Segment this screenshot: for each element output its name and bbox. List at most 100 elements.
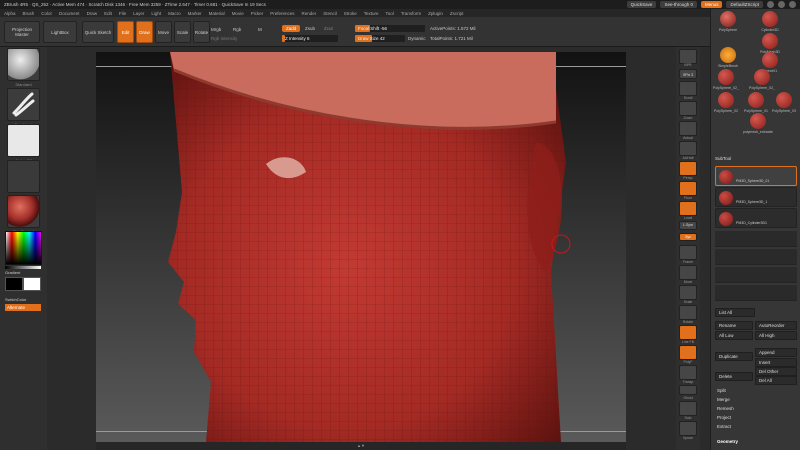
menu-color[interactable]: Color <box>41 11 52 16</box>
polyf-button[interactable] <box>679 345 697 360</box>
all-low-button[interactable]: All Low <box>715 331 753 340</box>
subtool-row[interactable]: PM3D_Sphere3D_1 <box>715 187 797 207</box>
menu-zscript[interactable]: Zscript <box>450 11 464 16</box>
quicksave-button[interactable]: QuickSave <box>626 1 657 8</box>
menu-brush[interactable]: Brush <box>23 11 35 16</box>
menu-picker[interactable]: Picker <box>251 11 264 16</box>
tool-item[interactable]: Cylinder3D <box>757 11 783 32</box>
menu-stroke[interactable]: Stroke <box>344 11 357 16</box>
minimize-icon[interactable] <box>767 1 774 8</box>
draw-button[interactable]: Draw <box>136 21 153 43</box>
scale-button[interactable]: Scale <box>174 21 191 43</box>
local-button[interactable] <box>679 201 697 216</box>
menu-draw[interactable]: Draw <box>87 11 98 16</box>
frame-button[interactable] <box>679 245 697 260</box>
solo-button[interactable] <box>679 401 697 416</box>
tool-item[interactable]: PolySphere_02_u <box>749 69 775 90</box>
insert-button[interactable]: Insert <box>755 358 797 367</box>
menu-stencil[interactable]: Stencil <box>323 11 337 16</box>
zsub-toggle[interactable]: Zsub <box>305 26 315 31</box>
z-intensity-slider[interactable]: Z Intensity 6 <box>282 35 338 42</box>
subtool-row[interactable]: PM3D_Cylinder3D1 <box>715 208 797 228</box>
delete-button[interactable]: Delete <box>715 372 753 381</box>
switch-color-button[interactable]: SwitchColor <box>5 297 38 302</box>
transp-button[interactable] <box>679 365 697 380</box>
draw-size-slider[interactable]: Draw Size 42 <box>355 35 405 42</box>
split-button[interactable]: Split <box>717 388 726 393</box>
persp-button[interactable] <box>679 161 697 176</box>
projection-master-button[interactable]: Projection Master <box>4 21 40 43</box>
zcut-toggle[interactable]: Zcut <box>324 26 333 31</box>
m-toggle[interactable]: M <box>258 27 262 32</box>
see-through-slider[interactable]: See-through 0 <box>660 1 697 8</box>
tool-item[interactable]: PolySphere_01 <box>743 92 769 113</box>
scale-view-button[interactable] <box>679 285 697 300</box>
canvas-bottom-bar[interactable]: ▲▼ <box>96 442 626 450</box>
actual-button[interactable] <box>679 121 697 136</box>
dynamic-toggle[interactable]: Dynamic <box>408 36 426 41</box>
xpose-button[interactable] <box>679 421 697 436</box>
mrgb-toggle[interactable]: Mrgb <box>211 27 221 32</box>
close-icon[interactable] <box>789 1 796 8</box>
bpr-button[interactable] <box>679 49 697 64</box>
tool-item[interactable]: PolySphere_02 <box>713 92 739 113</box>
canvas-viewport[interactable] <box>96 52 626 442</box>
remesh-button[interactable]: Remesh <box>717 406 734 411</box>
rotate-button[interactable]: Rotate <box>193 21 210 43</box>
tool-item[interactable]: PolySphere <box>715 11 741 32</box>
project-button[interactable]: Project <box>717 415 731 420</box>
aahalf-button[interactable] <box>679 141 697 156</box>
focal-shift-slider[interactable]: Focal Shift -56 <box>355 25 425 32</box>
merge-button[interactable]: Merge <box>717 397 730 402</box>
sculpted-head-model[interactable] <box>96 52 626 442</box>
rgb-intensity-slider[interactable]: Rgb Intensity <box>211 36 237 41</box>
extract-button[interactable]: Extract <box>717 424 731 429</box>
menu-zplugin[interactable]: Zplugin <box>428 11 443 16</box>
zoom-button[interactable] <box>679 101 697 116</box>
menu-tool[interactable]: Tool <box>386 11 394 16</box>
move-button[interactable]: Move <box>155 21 172 43</box>
line-fill-button[interactable] <box>679 325 697 340</box>
tool-item[interactable]: PolyMesh3D <box>757 33 783 54</box>
rgb-toggle[interactable]: Rgb <box>233 27 241 32</box>
ghost-button[interactable] <box>679 385 697 395</box>
menu-file[interactable]: File <box>119 11 126 16</box>
menu-layer[interactable]: Layer <box>133 11 144 16</box>
maximize-icon[interactable] <box>778 1 785 8</box>
secondary-color-swatch[interactable] <box>23 277 41 291</box>
rename-button[interactable]: Rename <box>715 321 753 330</box>
append-button[interactable]: Append <box>755 348 797 357</box>
menu-document[interactable]: Document <box>59 11 80 16</box>
tool-item[interactable]: SimpleBrush <box>715 47 741 68</box>
edit-button[interactable]: Edit <box>117 21 134 43</box>
duplicate-button[interactable]: Duplicate <box>715 352 753 361</box>
menu-alpha[interactable]: Alpha <box>4 11 16 16</box>
alternate-button[interactable]: Alternate <box>5 304 41 311</box>
list-all-button[interactable]: List All <box>715 308 755 317</box>
menu-preferences[interactable]: Preferences <box>270 11 294 16</box>
alpha-thumbnail[interactable] <box>7 124 40 157</box>
tool-item[interactable]: polymesh_extracted <box>743 113 773 134</box>
tool-item[interactable]: PolySphere_03 <box>771 92 797 113</box>
tool-item[interactable]: PolySphere_02_u <box>713 69 739 90</box>
auto-reorder-button[interactable]: AutoReorder <box>755 321 797 330</box>
floor-button[interactable] <box>679 181 697 196</box>
move-view-button[interactable] <box>679 265 697 280</box>
menu-macro[interactable]: Macro <box>168 11 181 16</box>
menu-edit[interactable]: Edit <box>104 11 112 16</box>
menu-marker[interactable]: Marker <box>188 11 202 16</box>
subtool-row[interactable]: PM3D_Sphere3D_01 <box>715 166 797 186</box>
scroll-button[interactable] <box>679 81 697 96</box>
zadd-toggle[interactable]: Zadd <box>282 25 301 32</box>
menu-light[interactable]: Light <box>151 11 161 16</box>
color-picker[interactable] <box>5 231 42 265</box>
texture-thumbnail[interactable] <box>7 160 40 193</box>
geometry-header[interactable]: Geometry <box>717 439 738 444</box>
menu-transform[interactable]: Transform <box>401 11 421 16</box>
menu-movie[interactable]: Movie <box>232 11 244 16</box>
rotate-view-button[interactable] <box>679 305 697 320</box>
stroke-thumbnail[interactable] <box>7 88 40 121</box>
lightbox-button[interactable]: LightBox <box>43 21 77 43</box>
default-zscript-button[interactable]: DefaultZScript <box>726 1 763 8</box>
menus-button[interactable]: Menus <box>700 1 723 8</box>
